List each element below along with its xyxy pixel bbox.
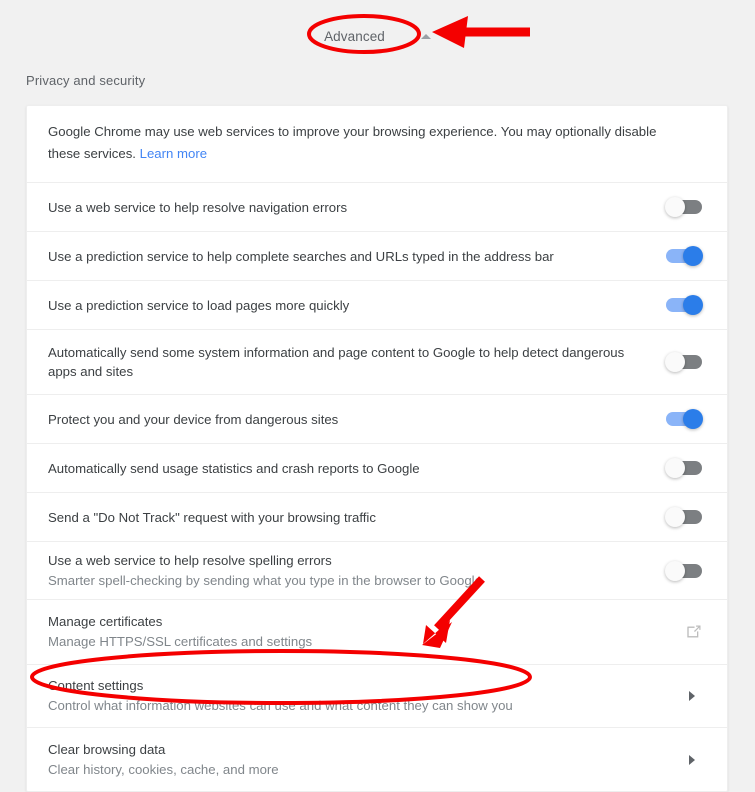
row-text: Use a web service to help resolve naviga… bbox=[48, 198, 666, 217]
privacy-and-security-heading: Privacy and security bbox=[26, 73, 146, 88]
row-text: Automatically send some system informati… bbox=[48, 343, 666, 381]
toggle-safe-browsing-extended[interactable] bbox=[665, 352, 702, 372]
row-label: Protect you and your device from dangero… bbox=[48, 411, 339, 427]
row-text: Use a web service to help resolve spelli… bbox=[48, 551, 666, 591]
row-label: Use a web service to help resolve spelli… bbox=[48, 552, 332, 568]
row-text: Automatically send usage statistics and … bbox=[48, 459, 666, 478]
row-label: Use a web service to help resolve naviga… bbox=[48, 199, 348, 215]
chevron-right-icon[interactable] bbox=[689, 691, 695, 701]
toggle-navigation-errors[interactable] bbox=[665, 197, 702, 217]
setting-row-spelling-errors[interactable]: Use a web service to help resolve spelli… bbox=[27, 542, 727, 600]
row-label: Use a prediction service to help complet… bbox=[48, 248, 554, 264]
toggle-prediction-address-bar[interactable] bbox=[666, 246, 703, 266]
toggle-knob bbox=[683, 295, 703, 315]
setting-row-safe-browsing-extended[interactable]: Automatically send some system informati… bbox=[27, 330, 727, 395]
row-label: Send a "Do Not Track" request with your … bbox=[48, 509, 376, 525]
row-text: Manage certificates Manage HTTPS/SSL cer… bbox=[48, 612, 685, 652]
row-sublabel: Smarter spell-checking by sending what y… bbox=[48, 572, 482, 588]
row-sublabel: Control what information websites can us… bbox=[48, 698, 513, 713]
advanced-label: Advanced bbox=[324, 28, 385, 44]
toggle-safe-browsing[interactable] bbox=[666, 409, 703, 429]
setting-row-safe-browsing[interactable]: Protect you and your device from dangero… bbox=[27, 395, 727, 444]
row-label: Manage certificates bbox=[48, 614, 163, 629]
advanced-section-header: Advanced bbox=[0, 0, 755, 72]
advanced-collapse-button[interactable]: Advanced bbox=[310, 23, 445, 50]
caret-up-icon bbox=[420, 33, 431, 39]
intro-row: Google Chrome may use web services to im… bbox=[27, 106, 727, 183]
toggle-do-not-track[interactable] bbox=[665, 507, 702, 527]
row-label: Use a prediction service to load pages m… bbox=[48, 297, 350, 313]
setting-row-prediction-address-bar[interactable]: Use a prediction service to help complet… bbox=[27, 232, 727, 281]
setting-row-do-not-track[interactable]: Send a "Do Not Track" request with your … bbox=[27, 493, 727, 542]
toggle-knob bbox=[683, 246, 703, 266]
row-label: Content settings bbox=[48, 678, 144, 693]
privacy-settings-card: Google Chrome may use web services to im… bbox=[26, 105, 728, 792]
toggle-knob bbox=[665, 197, 685, 217]
toggle-knob bbox=[683, 409, 703, 429]
toggle-knob bbox=[665, 458, 685, 478]
row-label: Clear browsing data bbox=[48, 741, 166, 757]
toggle-prediction-preload[interactable] bbox=[666, 295, 703, 315]
row-label: Automatically send usage statistics and … bbox=[48, 460, 420, 476]
toggle-knob bbox=[665, 352, 685, 372]
row-text: Protect you and your device from dangero… bbox=[48, 410, 666, 429]
row-text: Use a prediction service to load pages m… bbox=[48, 296, 666, 315]
setting-row-usage-statistics[interactable]: Automatically send usage statistics and … bbox=[27, 444, 727, 493]
setting-row-manage-certificates[interactable]: Manage certificates Manage HTTPS/SSL cer… bbox=[27, 600, 727, 665]
toggle-spelling-errors[interactable] bbox=[665, 560, 702, 581]
row-label: Automatically send some system informati… bbox=[48, 345, 625, 379]
row-sublabel: Manage HTTPS/SSL certificates and settin… bbox=[48, 634, 313, 649]
chevron-right-icon[interactable] bbox=[689, 754, 695, 765]
learn-more-link[interactable]: Learn more bbox=[140, 146, 207, 161]
toggle-knob bbox=[665, 507, 685, 527]
setting-row-clear-browsing-data[interactable]: Clear browsing data Clear history, cooki… bbox=[27, 728, 727, 791]
toggle-knob bbox=[665, 560, 685, 581]
row-text: Send a "Do Not Track" request with your … bbox=[48, 508, 666, 527]
row-sublabel: Clear history, cookies, cache, and more bbox=[48, 761, 279, 777]
row-text: Use a prediction service to help complet… bbox=[48, 247, 666, 266]
row-text: Clear browsing data Clear history, cooki… bbox=[48, 740, 689, 780]
setting-row-navigation-errors[interactable]: Use a web service to help resolve naviga… bbox=[27, 183, 727, 232]
external-link-icon[interactable] bbox=[685, 623, 703, 641]
intro-text: Google Chrome may use web services to im… bbox=[48, 121, 686, 165]
toggle-usage-statistics[interactable] bbox=[665, 458, 702, 478]
setting-row-content-settings[interactable]: Content settings Control what informatio… bbox=[27, 665, 727, 728]
setting-row-prediction-preload[interactable]: Use a prediction service to load pages m… bbox=[27, 281, 727, 330]
row-text: Content settings Control what informatio… bbox=[48, 676, 689, 716]
